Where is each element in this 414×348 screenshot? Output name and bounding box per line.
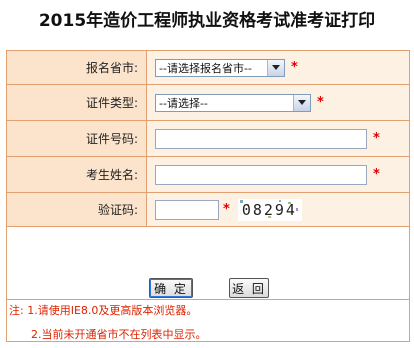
name-row: 考生姓名: * xyxy=(7,157,409,193)
province-label: 报名省市: xyxy=(7,51,147,84)
captcha-image-text: 08294 xyxy=(241,200,297,219)
id-number-input[interactable] xyxy=(155,128,367,149)
id-number-cell: * xyxy=(147,121,409,156)
page-title: 2015年造价工程师执业资格考试准考证打印 xyxy=(38,11,376,31)
button-bar: 确 定 返 回 xyxy=(7,227,409,300)
note-province-list: 2.当前未开通省市不在列表中显示。 xyxy=(31,328,207,341)
id-type-select[interactable]: --请选择-- xyxy=(155,93,311,112)
captcha-label: 验证码: xyxy=(7,193,147,226)
id-type-selected-value: --请选择-- xyxy=(159,96,208,110)
name-required-mark: * xyxy=(373,167,380,182)
captcha-image[interactable]: 08294 xyxy=(237,198,302,221)
captcha-input[interactable] xyxy=(155,199,219,220)
captcha-row: 验证码: * 08294 xyxy=(7,193,409,227)
province-cell: --请选择报名省市-- * xyxy=(147,51,409,84)
id-number-label: 证件号码: xyxy=(7,121,147,156)
chevron-down-icon[interactable] xyxy=(293,94,310,111)
captcha-required-mark: * xyxy=(223,202,230,217)
chevron-down-icon[interactable] xyxy=(267,59,284,76)
exam-ticket-print-page: 2015年造价工程师执业资格考试准考证打印 报名省市: --请选择报名省市-- … xyxy=(0,0,414,348)
name-cell: * xyxy=(147,157,409,192)
ticket-query-form: 报名省市: --请选择报名省市-- * 证件类型: --请选择-- * 证件号码… xyxy=(6,50,410,342)
province-row: 报名省市: --请选择报名省市-- * xyxy=(7,51,409,85)
province-select[interactable]: --请选择报名省市-- xyxy=(155,58,285,77)
id-type-label: 证件类型: xyxy=(7,85,147,120)
id-type-cell: --请选择-- * xyxy=(147,85,409,120)
note-browser: 注: 1.请使用IE8.0及更高版本浏览器。 xyxy=(9,304,198,317)
id-number-required-mark: * xyxy=(373,131,380,146)
id-type-required-mark: * xyxy=(317,95,324,110)
notes-panel: 注: 1.请使用IE8.0及更高版本浏览器。 2.当前未开通省市不在列表中显示。 xyxy=(7,300,409,341)
province-required-mark: * xyxy=(291,60,298,75)
back-button[interactable]: 返 回 xyxy=(229,278,269,298)
name-label: 考生姓名: xyxy=(7,157,147,192)
id-type-row: 证件类型: --请选择-- * xyxy=(7,85,409,121)
province-selected-value: --请选择报名省市-- xyxy=(159,61,252,75)
captcha-cell: * 08294 xyxy=(147,193,409,226)
id-number-row: 证件号码: * xyxy=(7,121,409,157)
confirm-button[interactable]: 确 定 xyxy=(149,278,193,298)
name-input[interactable] xyxy=(155,164,367,185)
